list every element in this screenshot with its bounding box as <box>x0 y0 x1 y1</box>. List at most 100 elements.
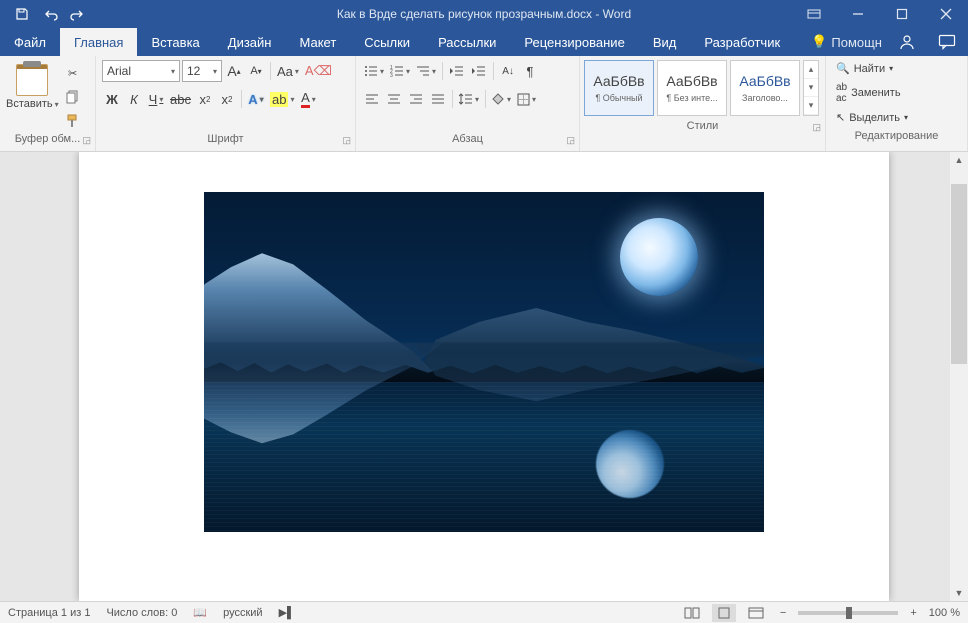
styles-launcher-icon[interactable]: ◲ <box>812 122 821 133</box>
paste-button[interactable]: Вставить <box>6 98 59 110</box>
clipboard-launcher-icon[interactable]: ◲ <box>82 135 91 146</box>
font-size-value: 12 <box>187 64 200 78</box>
underline-button[interactable]: Ч <box>146 88 166 110</box>
font-color-icon[interactable]: A <box>298 88 318 110</box>
font-name-combo[interactable]: Arial▾ <box>102 60 180 82</box>
scroll-thumb[interactable] <box>951 184 967 364</box>
titlebar: Как в Врде сделать рисунок прозрачным.do… <box>0 0 968 28</box>
replace-button[interactable]: abacЗаменить <box>832 80 961 106</box>
clear-format-icon[interactable]: A⌫ <box>303 60 334 82</box>
close-icon[interactable] <box>924 0 968 28</box>
editing-group-label: Редактирование <box>855 130 939 142</box>
read-mode-icon[interactable] <box>680 604 704 622</box>
tab-home[interactable]: Главная <box>60 28 137 56</box>
document-title: Как в Врде сделать рисунок прозрачным.do… <box>337 7 631 21</box>
help-label: Помощн <box>831 35 882 50</box>
para-launcher-icon[interactable]: ◲ <box>566 135 575 146</box>
macro-icon[interactable]: ▶▌ <box>279 606 295 619</box>
styles-group-label: Стили <box>687 120 719 132</box>
maximize-icon[interactable] <box>880 0 924 28</box>
shading-icon[interactable] <box>490 88 513 110</box>
align-left-icon[interactable] <box>362 88 382 110</box>
style-no-spacing-label: ¶ Без инте... <box>660 93 724 103</box>
tab-view[interactable]: Вид <box>639 28 691 56</box>
word-count[interactable]: Число слов: 0 <box>106 607 177 619</box>
paste-icon[interactable] <box>16 64 48 96</box>
web-layout-icon[interactable] <box>744 604 768 622</box>
replace-icon: abac <box>836 82 847 104</box>
minimize-icon[interactable] <box>836 0 880 28</box>
format-painter-icon[interactable] <box>63 112 83 130</box>
page[interactable] <box>79 152 889 601</box>
style-no-spacing[interactable]: АаБбВв ¶ Без инте... <box>657 60 727 116</box>
find-button[interactable]: 🔍Найти▾ <box>832 60 961 77</box>
text-effects-icon[interactable]: A <box>246 88 266 110</box>
font-launcher-icon[interactable]: ◲ <box>342 135 351 146</box>
ribbon-tabs: Файл Главная Вставка Дизайн Макет Ссылки… <box>0 28 968 56</box>
tell-me-help[interactable]: 💡 Помощн <box>811 34 882 50</box>
style-heading1-sample: АаБбВв <box>739 73 790 89</box>
font-size-combo[interactable]: 12▾ <box>182 60 222 82</box>
outdent-icon[interactable] <box>447 60 467 82</box>
copy-icon[interactable] <box>63 88 83 106</box>
italic-button[interactable]: К <box>124 88 144 110</box>
tab-references[interactable]: Ссылки <box>350 28 424 56</box>
sort-icon[interactable]: A↓ <box>498 60 518 82</box>
tab-design[interactable]: Дизайн <box>214 28 286 56</box>
tab-developer[interactable]: Разработчик <box>690 28 794 56</box>
redo-icon[interactable] <box>64 0 92 28</box>
tab-review[interactable]: Рецензирование <box>510 28 638 56</box>
language-status[interactable]: русский <box>223 607 262 619</box>
document-area: ▲ ▼ <box>0 152 968 601</box>
multilevel-icon[interactable] <box>414 60 438 82</box>
para-group-label: Абзац <box>452 133 483 145</box>
borders-icon[interactable] <box>515 88 538 110</box>
shrink-font-icon[interactable]: A▾ <box>246 60 266 82</box>
zoom-out-icon[interactable]: − <box>776 607 790 619</box>
spellcheck-icon[interactable]: 📖 <box>193 606 207 619</box>
undo-icon[interactable] <box>36 0 64 28</box>
save-icon[interactable] <box>8 0 36 28</box>
style-normal[interactable]: АаБбВв ¶ Обычный <box>584 60 654 116</box>
inserted-image[interactable] <box>204 192 764 532</box>
style-heading1[interactable]: АаБбВв Заголово... <box>730 60 800 116</box>
zoom-in-icon[interactable]: + <box>906 607 920 619</box>
numbering-icon[interactable]: 123 <box>388 60 412 82</box>
zoom-slider[interactable] <box>798 611 898 615</box>
show-marks-icon[interactable]: ¶ <box>520 60 540 82</box>
superscript-button[interactable]: x2 <box>217 88 237 110</box>
highlight-icon[interactable]: ab <box>268 88 296 110</box>
style-heading1-label: Заголово... <box>733 93 797 103</box>
find-label: Найти <box>854 63 885 75</box>
print-layout-icon[interactable] <box>712 604 736 622</box>
comments-icon[interactable] <box>932 28 962 56</box>
subscript-button[interactable]: x2 <box>195 88 215 110</box>
lightbulb-icon: 💡 <box>811 34 827 50</box>
vertical-scrollbar[interactable]: ▲ ▼ <box>950 152 968 601</box>
grow-font-icon[interactable]: A▴ <box>224 60 244 82</box>
page-status[interactable]: Страница 1 из 1 <box>8 607 90 619</box>
account-icon[interactable] <box>892 28 922 56</box>
line-spacing-icon[interactable] <box>457 88 481 110</box>
ribbon-display-icon[interactable] <box>792 0 836 28</box>
bullets-icon[interactable] <box>362 60 386 82</box>
tab-layout[interactable]: Макет <box>285 28 350 56</box>
search-icon: 🔍 <box>836 62 850 75</box>
styles-gallery-expand[interactable]: ▴▾▾ <box>803 60 819 116</box>
align-justify-icon[interactable] <box>428 88 448 110</box>
align-right-icon[interactable] <box>406 88 426 110</box>
tab-insert[interactable]: Вставка <box>137 28 213 56</box>
indent-icon[interactable] <box>469 60 489 82</box>
tab-mailings[interactable]: Рассылки <box>424 28 510 56</box>
scroll-down-icon[interactable]: ▼ <box>950 585 968 601</box>
change-case-icon[interactable]: Aa <box>275 60 301 82</box>
scroll-up-icon[interactable]: ▲ <box>950 152 968 168</box>
strike-button[interactable]: abc <box>168 88 193 110</box>
bold-button[interactable]: Ж <box>102 88 122 110</box>
zoom-level[interactable]: 100 % <box>929 607 960 619</box>
select-label: Выделить <box>849 112 900 124</box>
cut-icon[interactable]: ✂ <box>63 64 83 82</box>
align-center-icon[interactable] <box>384 88 404 110</box>
tab-file[interactable]: Файл <box>0 28 60 56</box>
select-button[interactable]: ↖Выделить▾ <box>832 109 961 126</box>
